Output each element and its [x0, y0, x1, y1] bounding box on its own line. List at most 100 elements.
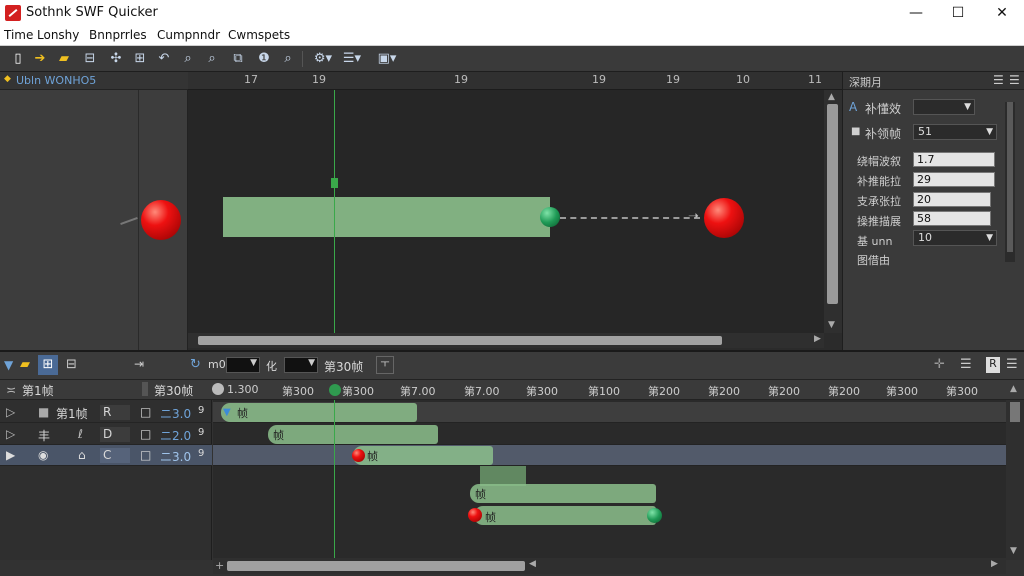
tween-bar[interactable]: [470, 484, 656, 503]
search-icon[interactable]: ⌕: [278, 49, 298, 69]
layer-col2[interactable]: □: [140, 405, 151, 419]
move-icon[interactable]: ✣: [106, 49, 126, 69]
layer-col2[interactable]: □: [140, 427, 151, 441]
panel-dropdown-icon[interactable]: ▣▾: [372, 49, 402, 69]
menu-cumpnndr[interactable]: Cumpnndr: [157, 28, 220, 42]
menu-time[interactable]: Time: [4, 28, 33, 42]
red-keyframe-dot[interactable]: [352, 449, 365, 462]
scroll-thumb[interactable]: [1007, 102, 1013, 252]
scroll-thumb[interactable]: [198, 336, 722, 345]
folder-icon[interactable]: ▰: [20, 357, 30, 372]
lock-icon[interactable]: ⊟: [66, 357, 77, 372]
tween-bar[interactable]: [268, 425, 438, 444]
playhead-marker[interactable]: [331, 178, 338, 188]
loop-icon[interactable]: ↻: [190, 357, 201, 372]
field2-input[interactable]: ▼: [284, 357, 318, 373]
layer-col1[interactable]: R: [100, 405, 130, 420]
menu-lonshy[interactable]: Lonshy: [37, 28, 79, 42]
scroll-down-icon[interactable]: ▼: [828, 320, 835, 330]
layer-col1[interactable]: C: [100, 448, 130, 463]
open-folder-icon[interactable]: ▰: [54, 49, 74, 69]
menu-cwmspets[interactable]: Cwmspets: [228, 28, 290, 42]
panel-options-icon[interactable]: ☰: [1009, 73, 1020, 87]
green-keyframe-dot[interactable]: [647, 508, 662, 523]
red-ball-end[interactable]: [704, 198, 744, 238]
layer-value[interactable]: ニ3.0: [160, 448, 191, 465]
red-ball-start[interactable]: [141, 200, 181, 240]
grid-icon[interactable]: ⊞: [38, 355, 58, 375]
move-icon[interactable]: ✛: [934, 357, 945, 372]
undo-icon[interactable]: ↶: [154, 49, 174, 69]
prop-row-field[interactable]: 1.7: [913, 152, 995, 167]
expand-arrow-icon[interactable]: ▷: [6, 427, 15, 441]
frame-dropdown[interactable]: 51 ▼: [913, 124, 997, 140]
info-icon[interactable]: ❶: [254, 49, 274, 69]
layer-row[interactable]: ▷ ■ 第1帧 R □ ニ3.0 9: [0, 402, 212, 423]
save-icon[interactable]: ⊟: [80, 49, 100, 69]
script-icon[interactable]: R: [986, 357, 1000, 373]
lock-icon[interactable]: ⌂: [78, 448, 86, 462]
tween-span-bar[interactable]: [223, 197, 550, 237]
close-button[interactable]: ✕: [990, 3, 1014, 23]
layer-n: 9: [198, 427, 205, 438]
stage-vertical-scrollbar[interactable]: ▲ ▼: [824, 90, 842, 333]
add-icon[interactable]: +: [215, 559, 224, 572]
scroll-right-icon[interactable]: ▶: [991, 559, 998, 569]
prop-row-field[interactable]: 58: [913, 211, 991, 226]
timeline-tracks[interactable]: ▼ 帧 帧 帧 帧 帧: [213, 400, 1006, 560]
scroll-thumb[interactable]: [227, 561, 525, 571]
start-marker-icon[interactable]: [212, 383, 224, 395]
arrow-icon[interactable]: ➔: [30, 49, 50, 69]
scroll-left-icon[interactable]: ◀: [529, 559, 536, 569]
track-row-selected[interactable]: [213, 445, 1006, 466]
menu-bnnprrles[interactable]: Bnnprrles: [89, 28, 147, 42]
layer-row[interactable]: ▷ 丰 ℓ D □ ニ2.0 9: [0, 424, 212, 445]
layer-row-selected[interactable]: ▶ ◉ ⌂ C □ ニ3.0 9: [0, 445, 212, 466]
prop-row-field[interactable]: 20: [913, 192, 991, 207]
layer-value[interactable]: ニ3.0: [160, 405, 191, 422]
timeline-horizontal-scrollbar[interactable]: + ◀ ▶: [213, 558, 1006, 574]
layer-value[interactable]: ニ2.0: [160, 427, 191, 444]
properties-scrollbar[interactable]: [1005, 102, 1015, 262]
maximize-button[interactable]: ☐: [946, 3, 970, 23]
stage-horizontal-scrollbar[interactable]: ▶: [188, 333, 824, 348]
stage-canvas[interactable]: ➝: [188, 90, 824, 333]
layer-col1[interactable]: D: [100, 427, 130, 442]
zoom-icon[interactable]: ⌕: [178, 49, 198, 69]
scroll-up-icon[interactable]: ▲: [828, 92, 835, 102]
frame-menu-icon[interactable]: ㅜ: [376, 356, 394, 374]
scroll-down-icon[interactable]: ▼: [1010, 546, 1017, 556]
red-keyframe-dot[interactable]: [468, 508, 482, 522]
find-icon[interactable]: ⌕: [202, 49, 222, 69]
layer-col2[interactable]: □: [140, 448, 151, 462]
settings-dropdown-icon[interactable]: ⚙▾: [310, 49, 336, 69]
scroll-thumb[interactable]: [827, 104, 838, 304]
tween-dropdown[interactable]: ▼: [913, 99, 975, 115]
timeline-toolbar: ▼ ▰ ⊞ ⊟ ⇥ ↻ m0 ▼ 化 ▼ 第30帧 ㅜ ✛ ☰ R ☰: [0, 352, 1024, 380]
menu-icon[interactable]: ☰: [993, 73, 1004, 87]
minimize-button[interactable]: —: [904, 3, 928, 23]
tween-bar[interactable]: [221, 403, 417, 422]
scroll-thumb[interactable]: [1010, 402, 1020, 422]
drop-row-dropdown[interactable]: 10 ▼: [913, 230, 997, 246]
expand-icon[interactable]: ≍: [6, 383, 16, 397]
new-file-icon[interactable]: ▯: [8, 49, 28, 69]
tween-bar[interactable]: [474, 506, 656, 525]
list-icon[interactable]: ☰: [960, 357, 972, 372]
eye-icon[interactable]: ◉: [38, 448, 48, 462]
timeline-vertical-scrollbar[interactable]: ▲ ▼: [1006, 384, 1024, 560]
list-dropdown-icon[interactable]: ☰▾: [338, 49, 366, 69]
playhead-knob[interactable]: [329, 384, 341, 396]
expand-arrow-icon[interactable]: ▷: [6, 405, 15, 419]
scroll-up-icon[interactable]: ▲: [1010, 384, 1017, 394]
play-icon[interactable]: ⇥: [134, 357, 144, 371]
green-keyframe-ball[interactable]: [540, 207, 560, 227]
collapse-icon[interactable]: ▼: [4, 358, 13, 372]
field1-input[interactable]: ▼: [226, 357, 260, 373]
expand-arrow-icon[interactable]: ▶: [6, 448, 15, 462]
scroll-right-icon[interactable]: ▶: [814, 334, 821, 344]
panel-menu-icon[interactable]: ☰: [1006, 357, 1018, 372]
layers-icon[interactable]: ⧉: [228, 49, 248, 69]
transform-icon[interactable]: ⊞: [130, 49, 150, 69]
prop-row-field[interactable]: 29: [913, 172, 995, 187]
